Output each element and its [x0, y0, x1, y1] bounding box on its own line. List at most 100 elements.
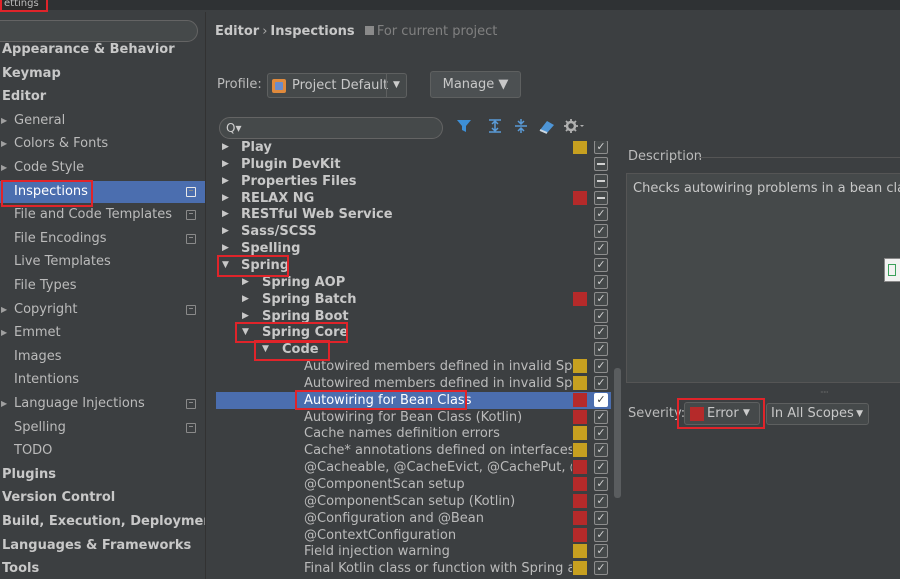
- chevron-right-icon[interactable]: ▶: [1, 157, 7, 179]
- inspections-scrollbar-track[interactable]: [613, 141, 621, 579]
- sidebar-item-intentions[interactable]: Intentions: [0, 369, 205, 391]
- manage-button[interactable]: Manage ▼: [430, 71, 521, 98]
- inspection-checkbox[interactable]: ✓: [594, 392, 608, 407]
- inspection-group[interactable]: ▶ Play ✓: [216, 141, 611, 156]
- inspection-checkbox[interactable]: ✓: [594, 342, 608, 357]
- inspection-item[interactable]: @ComponentScan setup (Kotlin) ✓: [216, 493, 611, 510]
- sidebar-item-build-execution-deployment[interactable]: ▶Build, Execution, Deployment: [0, 511, 205, 533]
- chevron-right-icon[interactable]: ▶: [242, 291, 249, 308]
- inspection-checkbox[interactable]: ✓: [594, 375, 608, 390]
- sidebar-item-label: Copyright: [14, 301, 78, 317]
- inspection-item[interactable]: @ContextConfiguration ✓: [216, 527, 611, 544]
- chevron-right-icon[interactable]: ▶: [222, 156, 229, 173]
- sidebar-item-file-and-code-templates[interactable]: File and Code Templates: [0, 204, 205, 226]
- inspection-checkbox[interactable]: ✓: [594, 325, 608, 340]
- inspection-checkbox[interactable]: ✓: [594, 544, 608, 559]
- sidebar-item-label: File Encodings: [14, 230, 107, 246]
- sidebar-item-keymap[interactable]: Keymap: [0, 63, 205, 85]
- expand-all-icon[interactable]: [486, 118, 504, 138]
- inspection-checkbox[interactable]: ✓: [594, 493, 608, 508]
- inspection-checkbox[interactable]: ✓: [594, 359, 608, 374]
- sidebar-item-editor[interactable]: Editor: [0, 86, 205, 108]
- sidebar-item-spelling[interactable]: Spelling: [0, 417, 205, 439]
- gear-icon[interactable]: [562, 118, 586, 138]
- chevron-right-icon[interactable]: ▶: [1, 393, 7, 415]
- sidebar-item-appearance-behavior[interactable]: Appearance & Behavior: [0, 39, 205, 61]
- sidebar-item-emmet[interactable]: ▶ Emmet: [0, 322, 205, 344]
- inspection-group[interactable]: ▶ RELAX NG: [216, 190, 611, 207]
- chevron-right-icon[interactable]: ▶: [1, 299, 7, 321]
- chevron-right-icon[interactable]: ▶: [1, 133, 7, 155]
- inspection-checkbox[interactable]: ✓: [594, 561, 608, 576]
- inspection-checkbox[interactable]: ✓: [594, 207, 608, 222]
- inspection-item[interactable]: Final Kotlin class or function with Spri…: [216, 560, 611, 577]
- filter-icon[interactable]: [455, 118, 473, 138]
- inspection-group[interactable]: ▶ Sass/SCSS ✓: [216, 223, 611, 240]
- sidebar-item-version-control[interactable]: ▶Version Control: [0, 487, 205, 509]
- sidebar-item-live-templates[interactable]: Live Templates: [0, 251, 205, 273]
- inspection-checkbox[interactable]: ✓: [594, 443, 608, 458]
- inspection-checkbox[interactable]: ✓: [594, 426, 608, 441]
- chevron-right-icon[interactable]: ▶: [1, 110, 7, 132]
- sidebar-item-code-style[interactable]: ▶ Code Style: [0, 157, 205, 179]
- inspection-checkbox[interactable]: ✓: [594, 241, 608, 256]
- chevron-right-icon[interactable]: ▶: [222, 141, 229, 156]
- sidebar-item-label: Editor: [2, 89, 47, 105]
- inspection-group[interactable]: ▶ Spring Batch ✓: [216, 291, 611, 308]
- inspections-highlight: [1, 180, 93, 207]
- sidebar-item-general[interactable]: ▶ General: [0, 110, 205, 132]
- sidebar-item-file-encodings[interactable]: File Encodings: [0, 228, 205, 250]
- inspection-checkbox[interactable]: ✓: [594, 477, 608, 491]
- chevron-down-icon: ▼: [856, 409, 863, 419]
- reset-to-default-icon[interactable]: [538, 118, 556, 138]
- inspection-checkbox[interactable]: ✓: [594, 409, 608, 424]
- sidebar-item-languages-frameworks[interactable]: ▶Languages & Frameworks: [0, 535, 205, 557]
- inspection-group[interactable]: ▶ Plugin DevKit: [216, 156, 611, 173]
- chevron-right-icon[interactable]: ▶: [222, 173, 229, 190]
- inspection-item[interactable]: @Configuration and @Bean ✓: [216, 510, 611, 527]
- warning-severity-icon: [573, 443, 587, 458]
- inspection-item[interactable]: Autowiring for Bean Class (Kotlin) ✓: [216, 409, 611, 426]
- inspection-checkbox[interactable]: [594, 156, 608, 171]
- inspection-checkbox[interactable]: ✓: [594, 141, 608, 154]
- inspection-checkbox[interactable]: ✓: [594, 460, 608, 475]
- inspection-checkbox[interactable]: [594, 173, 608, 188]
- sidebar-item-file-types[interactable]: File Types: [0, 275, 205, 297]
- inspection-item[interactable]: Cache names definition errors ✓: [216, 425, 611, 442]
- inspection-item[interactable]: @ComponentScan setup ✓: [216, 476, 611, 493]
- inspection-group[interactable]: ▶ RESTful Web Service ✓: [216, 206, 611, 223]
- scope-dropdown[interactable]: In All Scopes ▼: [766, 403, 869, 425]
- inspection-item[interactable]: Cache* annotations defined on interfaces…: [216, 442, 611, 459]
- sidebar-item-language-injections[interactable]: ▶ Language Injections: [0, 393, 205, 415]
- sidebar-item-label: Intentions: [14, 372, 80, 388]
- inspection-group[interactable]: ▶ Properties Files: [216, 173, 611, 190]
- inspection-item[interactable]: Field injection warning ✓: [216, 543, 611, 560]
- chevron-right-icon[interactable]: ▶: [222, 206, 229, 223]
- inspection-checkbox[interactable]: ✓: [594, 308, 608, 323]
- inspection-checkbox[interactable]: ✓: [594, 527, 608, 542]
- sidebar-item-todo[interactable]: TODO: [0, 440, 205, 462]
- collapse-all-icon[interactable]: [512, 118, 530, 138]
- chevron-right-icon[interactable]: ▶: [1, 322, 7, 344]
- inspection-checkbox[interactable]: ✓: [594, 291, 608, 306]
- chevron-right-icon[interactable]: ▶: [222, 223, 229, 240]
- sidebar-item-colors-fonts[interactable]: ▶ Colors & Fonts: [0, 133, 205, 155]
- inspection-checkbox[interactable]: ✓: [594, 274, 608, 289]
- chevron-right-icon[interactable]: ▶: [222, 190, 229, 207]
- breadcrumb-editor[interactable]: Editor: [215, 24, 259, 39]
- splitter-handle[interactable]: ·····: [820, 388, 829, 397]
- inspection-checkbox[interactable]: [594, 190, 608, 205]
- sidebar-item-tools[interactable]: ▶Tools: [0, 558, 205, 579]
- side-marker-icon[interactable]: [884, 258, 900, 282]
- sidebar-item-copyright[interactable]: ▶ Copyright: [0, 299, 205, 321]
- inspections-scrollbar-thumb[interactable]: [614, 368, 621, 498]
- sidebar-item-images[interactable]: Images: [0, 346, 205, 368]
- inspection-checkbox[interactable]: ✓: [594, 510, 608, 525]
- inspection-search-input[interactable]: Q▾: [219, 117, 443, 139]
- profile-dropdown[interactable]: Project Default ▼: [267, 73, 407, 98]
- sidebar-item-plugins[interactable]: Plugins: [0, 464, 205, 486]
- inspection-checkbox[interactable]: ✓: [594, 224, 608, 239]
- inspection-checkbox[interactable]: ✓: [594, 257, 608, 272]
- error-severity-icon: [573, 493, 587, 508]
- inspection-item[interactable]: @Cacheable, @CacheEvict, @CachePut, @Cac…: [216, 459, 611, 476]
